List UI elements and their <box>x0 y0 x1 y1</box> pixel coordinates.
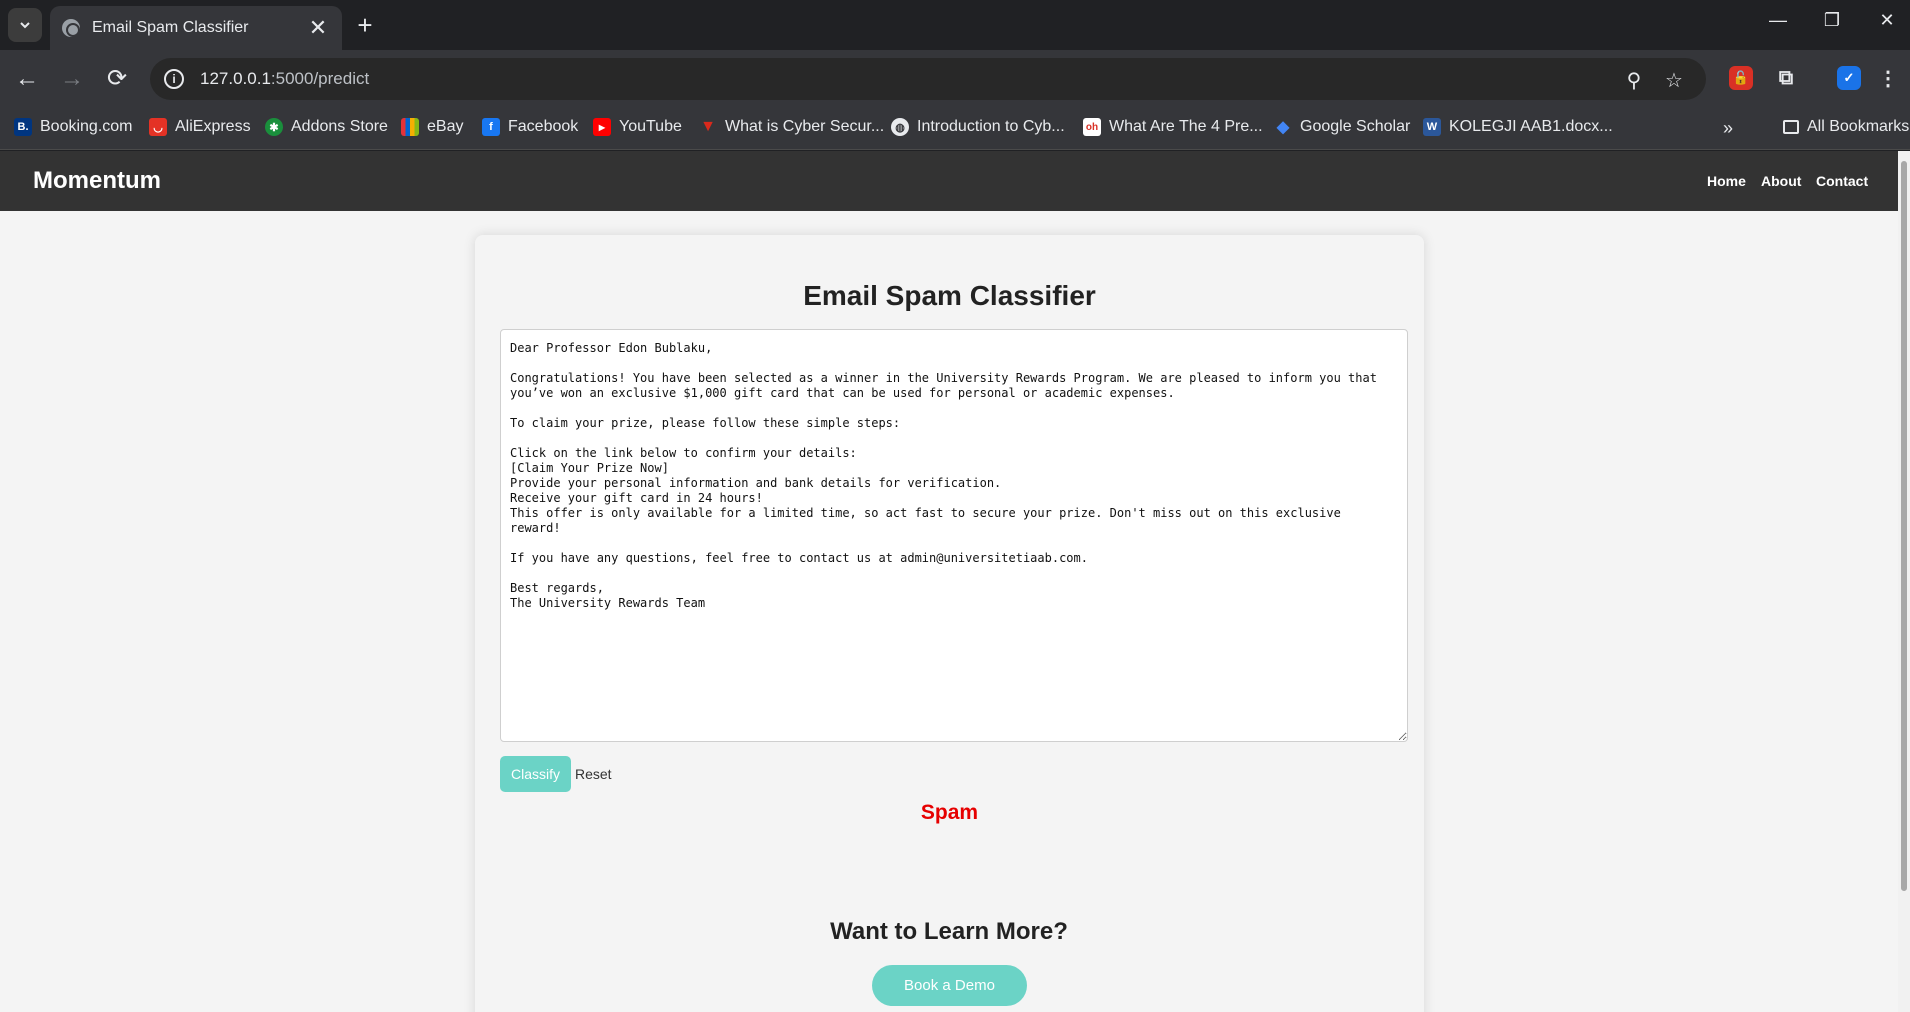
menu-dots-icon[interactable]: ⋮ <box>1876 66 1900 90</box>
bookmark-label: Google Scholar <box>1300 118 1411 135</box>
scrollbar-thumb[interactable] <box>1901 161 1907 891</box>
reset-link[interactable]: Reset <box>575 766 612 782</box>
ebay-icon <box>401 118 419 136</box>
folder-icon <box>1783 120 1799 134</box>
url-text: 127.0.0.1:5000/predict <box>200 69 369 89</box>
back-arrow-icon[interactable]: ← <box>12 64 42 94</box>
classifier-card: Email Spam Classifier Dear Professor Edo… <box>475 235 1424 1012</box>
more-bookmarks-icon[interactable]: » <box>1723 118 1733 139</box>
bookmark-aliexpress[interactable]: ◡ AliExpress <box>149 118 251 136</box>
zoom-icon[interactable]: ⚲ <box>1622 68 1646 93</box>
bookmark-label: Booking.com <box>40 118 133 135</box>
url-host: 127.0.0.1 <box>200 69 271 88</box>
bookmark-google-scholar[interactable]: ◆ Google Scholar <box>1274 118 1410 136</box>
web-page: Momentum Home About Contact Email Spam C… <box>0 151 1898 1012</box>
aliexpress-icon: ◡ <box>149 118 167 136</box>
booking-icon: B. <box>14 118 32 136</box>
minimize-icon[interactable]: — <box>1763 10 1793 31</box>
bookmark-label: YouTube <box>619 118 682 135</box>
fortinet-icon: ▼ <box>700 118 716 135</box>
bookmark-label: What Are The 4 Pre... <box>1109 118 1263 135</box>
classify-button[interactable]: Classify <box>500 756 571 792</box>
reload-icon[interactable]: ⟳ <box>102 64 132 94</box>
oh-icon: oh <box>1083 118 1101 136</box>
window-close-icon[interactable]: ✕ <box>1872 10 1902 31</box>
page-scrollbar[interactable] <box>1898 151 1910 1012</box>
close-icon[interactable]: ✕ <box>306 16 330 40</box>
tab-title: Email Spam Classifier <box>92 19 249 36</box>
url-path: :5000/predict <box>270 69 370 88</box>
bookmark-label: Introduction to Cyb... <box>917 118 1065 135</box>
forward-arrow-icon[interactable]: → <box>57 64 87 94</box>
site-info-icon[interactable]: i <box>164 69 184 89</box>
new-tab-button[interactable]: + <box>352 12 378 38</box>
bookmark-what-are-4[interactable]: oh What Are The 4 Pre... <box>1083 118 1263 136</box>
tab-strip: Email Spam Classifier ✕ + — ❐ ✕ <box>0 0 1910 50</box>
google-scholar-icon: ◆ <box>1276 119 1290 136</box>
nav-about[interactable]: About <box>1761 173 1801 189</box>
word-icon: W <box>1423 118 1441 136</box>
star-icon[interactable]: ☆ <box>1662 68 1686 93</box>
globe-icon: ◍ <box>891 118 909 136</box>
all-bookmarks[interactable]: All Bookmarks <box>1783 118 1909 136</box>
site-navbar: Momentum Home About Contact <box>0 151 1898 211</box>
nav-home[interactable]: Home <box>1707 173 1746 189</box>
address-bar[interactable]: i 127.0.0.1:5000/predict ⚲ ☆ <box>150 58 1706 100</box>
puzzle-extensions-icon[interactable]: ⧉ <box>1774 66 1798 90</box>
youtube-icon: ▶ <box>593 118 611 136</box>
addons-store-icon: ✱ <box>265 118 283 136</box>
result-label: Spam <box>920 801 979 824</box>
bookmarks-bar: B. Booking.com ◡ AliExpress ✱ Addons Store … <box>0 108 1910 150</box>
all-bookmarks-label: All Bookmarks <box>1807 118 1910 135</box>
bookmark-booking[interactable]: B. Booking.com <box>14 118 133 136</box>
page-title: Email Spam Classifier <box>803 280 1096 311</box>
shield-extension-icon[interactable]: ✓ <box>1837 66 1861 90</box>
extension-lock-icon[interactable]: 🔓 <box>1729 66 1753 90</box>
browser-toolbar: ← → ⟳ i 127.0.0.1:5000/predict ⚲ ☆ <box>0 50 1910 108</box>
bookmark-label: eBay <box>427 118 464 135</box>
bookmark-youtube[interactable]: ▶ YouTube <box>593 118 682 136</box>
bookmark-label: Facebook <box>508 118 579 135</box>
bookmark-label: What is Cyber Secur... <box>725 118 885 135</box>
bookmark-kolegji[interactable]: W KOLEGJI AAB1.docx... <box>1423 118 1613 136</box>
bookmark-label: Addons Store <box>291 118 388 135</box>
bookmark-ebay[interactable]: eBay <box>401 118 463 136</box>
nav-contact[interactable]: Contact <box>1816 173 1868 189</box>
bookmark-addons-store[interactable]: ✱ Addons Store <box>265 118 388 136</box>
facebook-icon: f <box>482 118 500 136</box>
learn-more-heading: Want to Learn More? <box>830 918 1068 945</box>
bookmark-facebook[interactable]: f Facebook <box>482 118 578 136</box>
site-logo[interactable]: Momentum <box>33 167 161 195</box>
chevron-down-icon <box>20 22 30 29</box>
globe-icon <box>62 19 80 37</box>
bookmark-label: AliExpress <box>175 118 251 135</box>
book-demo-button[interactable]: Book a Demo <box>872 965 1027 1006</box>
tab-search-button[interactable] <box>8 8 42 42</box>
bookmark-cyber-security[interactable]: ▼ What is Cyber Secur... <box>699 118 884 136</box>
browser-tab[interactable]: Email Spam Classifier ✕ <box>50 6 342 50</box>
bookmark-label: KOLEGJI AAB1.docx... <box>1449 118 1613 135</box>
email-textarea[interactable]: Dear Professor Edon Bublaku, Congratulat… <box>500 329 1408 742</box>
restore-icon[interactable]: ❐ <box>1817 10 1847 31</box>
bookmark-intro-cyber[interactable]: ◍ Introduction to Cyb... <box>891 118 1065 136</box>
